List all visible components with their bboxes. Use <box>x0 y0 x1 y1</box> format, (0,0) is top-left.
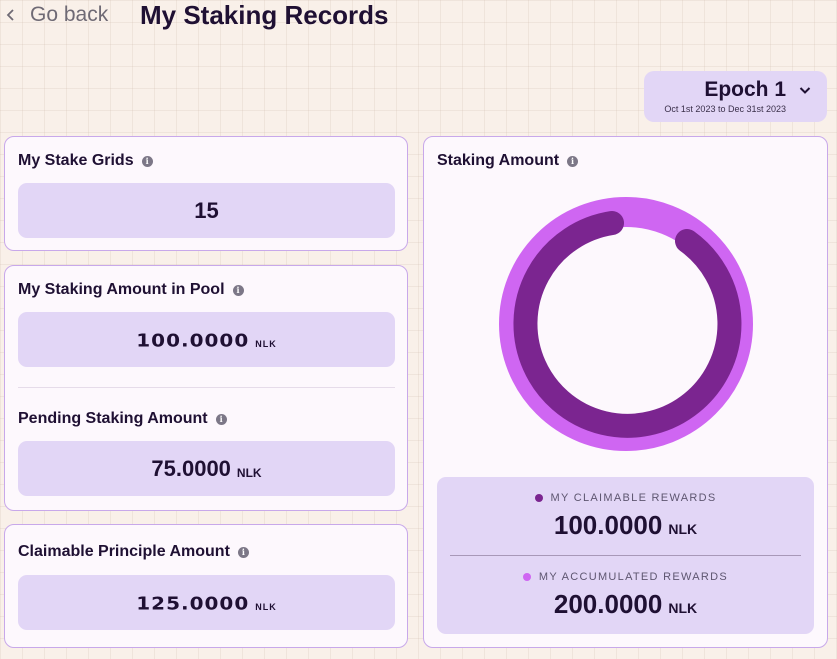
staking-in-pool-unit: NLK <box>255 339 277 349</box>
claimable-rewards-label-row: MY CLAIMABLE REWARDS <box>437 492 814 504</box>
staking-amount-card: Staking Amount i MY CLAIMABLE REWARDS 10… <box>423 136 828 648</box>
staking-amount-label: Staking Amount <box>437 152 560 169</box>
claimable-rewards: MY CLAIMABLE REWARDS 100.0000 NLK <box>437 492 814 541</box>
accumulated-legend-dot <box>522 573 531 581</box>
info-icon[interactable]: i <box>141 155 153 167</box>
claimable-rewards-unit: NLK <box>668 521 698 537</box>
info-icon[interactable]: i <box>215 413 227 425</box>
rewards-divider <box>450 555 801 556</box>
staking-in-pool-value-box: 100.0000 NLK <box>18 312 395 367</box>
staking-pool-card: My Staking Amount in Pool i 100.0000 NLK… <box>4 265 408 511</box>
staking-donut-chart <box>499 197 753 451</box>
stake-grids-value-box: 15 <box>18 183 395 238</box>
claimable-principle-card: Claimable Principle Amount i 125.0000 NL… <box>4 524 408 648</box>
claimable-rewards-value: 100.0000 <box>553 510 663 540</box>
pending-staking-unit: NLK <box>236 465 262 480</box>
staking-amount-heading: Staking Amount i <box>437 152 579 170</box>
info-icon[interactable]: i <box>232 284 244 296</box>
claimable-rewards-value-row: 100.0000 NLK <box>437 510 814 541</box>
staking-in-pool-value: 100.0000 <box>136 328 250 351</box>
staking-in-pool-heading: My Staking Amount in Pool i <box>18 281 244 299</box>
epoch-dates: Oct 1st 2023 to Dec 31st 2023 <box>664 104 786 114</box>
go-back-link[interactable]: Go back <box>0 2 108 28</box>
accumulated-rewards: MY ACCUMULATED REWARDS 200.0000 NLK <box>437 571 814 620</box>
claimable-legend-dot <box>534 494 543 502</box>
stake-grids-label: My Stake Grids <box>18 152 134 169</box>
accumulated-rewards-label-row: MY ACCUMULATED REWARDS <box>437 571 814 583</box>
rewards-summary: MY CLAIMABLE REWARDS 100.0000 NLK MY ACC… <box>437 477 814 634</box>
chevron-left-icon <box>0 2 22 28</box>
epoch-selector[interactable]: Epoch 1 Oct 1st 2023 to Dec 31st 2023 <box>644 71 827 122</box>
page-title: My Staking Records <box>140 0 389 30</box>
accumulated-rewards-label: MY ACCUMULATED REWARDS <box>538 571 729 583</box>
claimable-principle-heading: Claimable Principle Amount i <box>18 543 249 561</box>
pending-staking-value: 75.0000 <box>151 455 231 481</box>
stake-grids-card: My Stake Grids i 15 <box>4 136 408 251</box>
staking-in-pool-label: My Staking Amount in Pool <box>18 281 225 298</box>
pending-staking-heading: Pending Staking Amount i <box>18 410 227 428</box>
claimable-rewards-label: MY CLAIMABLE REWARDS <box>550 492 717 504</box>
claimable-principle-label: Claimable Principle Amount <box>18 543 230 560</box>
claimable-principle-value: 125.0000 <box>136 591 250 614</box>
accumulated-rewards-unit: NLK <box>668 600 698 616</box>
info-icon[interactable]: i <box>567 155 579 167</box>
stake-grids-value: 15 <box>194 197 219 223</box>
claimable-principle-unit: NLK <box>255 602 277 612</box>
stake-grids-heading: My Stake Grids i <box>18 152 153 170</box>
epoch-name: Epoch 1 <box>704 78 786 101</box>
accumulated-rewards-value: 200.0000 <box>553 589 663 619</box>
pending-staking-value-box: 75.0000 NLK <box>18 441 395 496</box>
info-icon[interactable]: i <box>237 546 249 558</box>
divider <box>18 387 395 388</box>
go-back-label: Go back <box>30 3 109 26</box>
claimable-principle-value-box: 125.0000 NLK <box>18 575 395 630</box>
accumulated-rewards-value-row: 200.0000 NLK <box>437 589 814 620</box>
pending-staking-label: Pending Staking Amount <box>18 410 208 427</box>
chevron-down-icon <box>799 83 811 95</box>
claimable-rewards-arc <box>513 211 742 438</box>
